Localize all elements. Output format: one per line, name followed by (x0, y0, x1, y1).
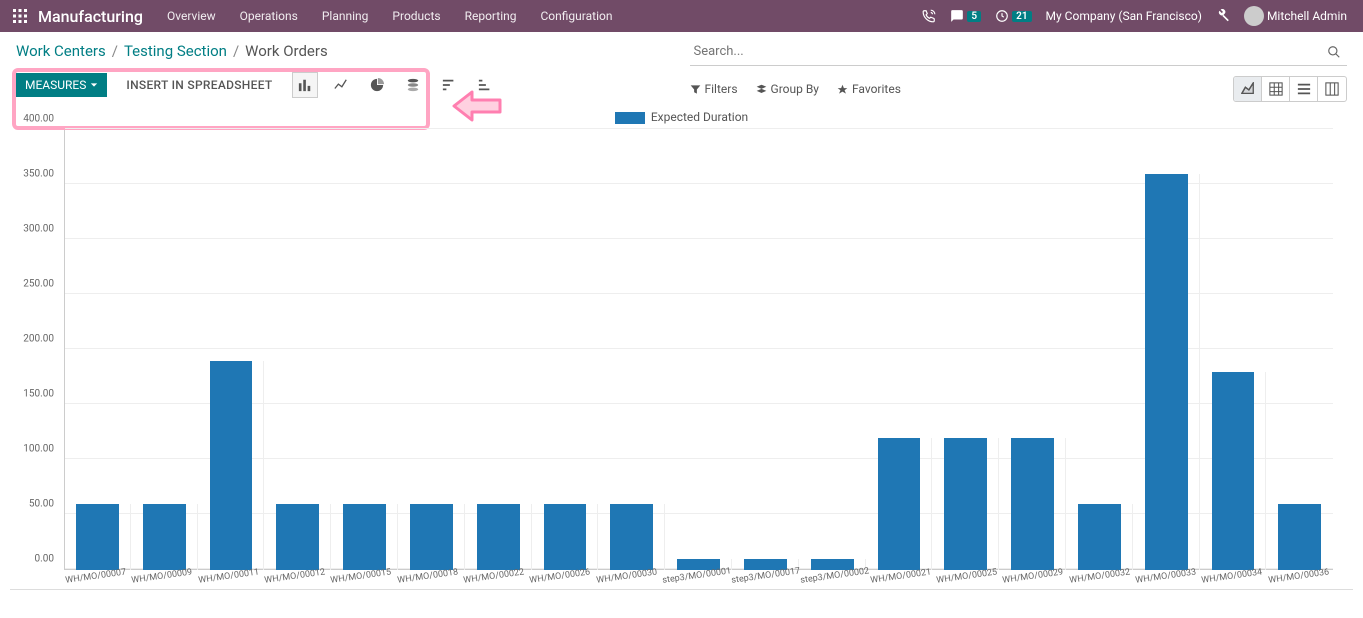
y-tick-label: 0.00 (35, 554, 55, 565)
y-tick-label: 400.00 (23, 114, 54, 125)
chart-bar[interactable] (878, 438, 921, 570)
breadcrumb-sep: / (112, 42, 118, 60)
kanban-view-icon[interactable] (1318, 77, 1346, 101)
caret-down-icon (90, 81, 98, 89)
star-icon (837, 84, 848, 95)
activities-badge: 21 (1012, 11, 1031, 22)
stacked-icon[interactable] (400, 72, 426, 98)
top-nav: Manufacturing Overview Operations Planni… (0, 0, 1363, 32)
breadcrumb-sep: / (233, 42, 239, 60)
menu-operations[interactable]: Operations (230, 3, 308, 29)
main-menu: Overview Operations Planning Products Re… (157, 3, 622, 29)
chart-legend: Expected Duration (10, 108, 1353, 130)
breadcrumb-testing-section[interactable]: Testing Section (124, 42, 227, 60)
y-tick-label: 250.00 (23, 279, 54, 290)
apps-icon[interactable] (8, 4, 32, 28)
chart-bar[interactable] (410, 504, 453, 570)
chart-bar[interactable] (1145, 174, 1188, 570)
favorites-button[interactable]: Favorites (837, 82, 901, 96)
breadcrumb-work-centers[interactable]: Work Centers (16, 42, 106, 60)
user-menu[interactable]: Mitchell Admin (1244, 6, 1347, 26)
legend-swatch (615, 112, 645, 124)
pivot-view-icon[interactable] (1262, 77, 1290, 101)
chart-bar[interactable] (610, 504, 653, 570)
chart-bar[interactable] (477, 504, 520, 570)
chart-bar[interactable] (76, 504, 119, 570)
breadcrumb: Work Centers / Testing Section / Work Or… (16, 38, 682, 68)
menu-products[interactable]: Products (382, 3, 450, 29)
chart-bar[interactable] (1078, 504, 1121, 570)
menu-overview[interactable]: Overview (157, 3, 226, 29)
chart-bar[interactable] (276, 504, 319, 570)
phone-icon[interactable] (922, 9, 936, 23)
chart-bar[interactable] (210, 361, 253, 570)
y-tick-label: 300.00 (23, 224, 54, 235)
chart-bar[interactable] (343, 504, 386, 570)
filters-button[interactable]: Filters (690, 82, 738, 96)
view-switcher (1233, 76, 1347, 102)
insert-spreadsheet-button[interactable]: INSERT IN SPREADSHEET (117, 73, 281, 97)
y-tick-label: 100.00 (23, 444, 54, 455)
avatar (1244, 6, 1264, 26)
graph-view-icon[interactable] (1234, 77, 1262, 101)
groupby-button[interactable]: Group By (756, 82, 819, 96)
layers-icon (756, 84, 767, 95)
chart-bar[interactable] (1278, 504, 1321, 570)
legend-label: Expected Duration (651, 110, 748, 124)
sort-desc-icon[interactable] (436, 72, 462, 98)
activities-icon[interactable]: 21 (995, 9, 1031, 23)
debug-icon[interactable] (1216, 9, 1230, 23)
chart-bar[interactable] (1212, 372, 1255, 570)
messaging-badge: 5 (967, 11, 981, 22)
chart-bar[interactable] (944, 438, 987, 570)
y-tick-label: 200.00 (23, 334, 54, 345)
menu-reporting[interactable]: Reporting (455, 3, 527, 29)
search-input[interactable] (690, 38, 1328, 65)
chart-area: 0.00 50.00 100.00 150.00 200.00 250.00 300.00 3… (10, 130, 1353, 590)
user-name: Mitchell Admin (1267, 9, 1347, 23)
menu-configuration[interactable]: Configuration (531, 3, 623, 29)
line-chart-icon[interactable] (328, 72, 354, 98)
app-brand[interactable]: Manufacturing (38, 7, 143, 26)
pie-chart-icon[interactable] (364, 72, 390, 98)
bar-chart-icon[interactable] (292, 72, 318, 98)
funnel-icon (690, 84, 701, 95)
menu-planning[interactable]: Planning (312, 3, 379, 29)
favorites-label: Favorites (852, 82, 901, 96)
groupby-label: Group By (771, 82, 819, 96)
y-tick-label: 350.00 (23, 169, 54, 180)
y-tick-label: 50.00 (29, 499, 54, 510)
measures-label: MEASURES (25, 78, 86, 92)
measures-button[interactable]: MEASURES (16, 73, 107, 97)
list-view-icon[interactable] (1290, 77, 1318, 101)
search-icon[interactable] (1327, 45, 1347, 59)
chart-bar[interactable] (143, 504, 186, 570)
sort-asc-icon[interactable] (472, 72, 498, 98)
filters-label: Filters (705, 82, 738, 96)
y-tick-label: 150.00 (23, 389, 54, 400)
messaging-icon[interactable]: 5 (950, 9, 981, 23)
company-selector[interactable]: My Company (San Francisco) (1046, 9, 1202, 23)
chart-bar[interactable] (544, 504, 587, 570)
breadcrumb-current: Work Orders (245, 42, 328, 60)
chart-bar[interactable] (1011, 438, 1054, 570)
